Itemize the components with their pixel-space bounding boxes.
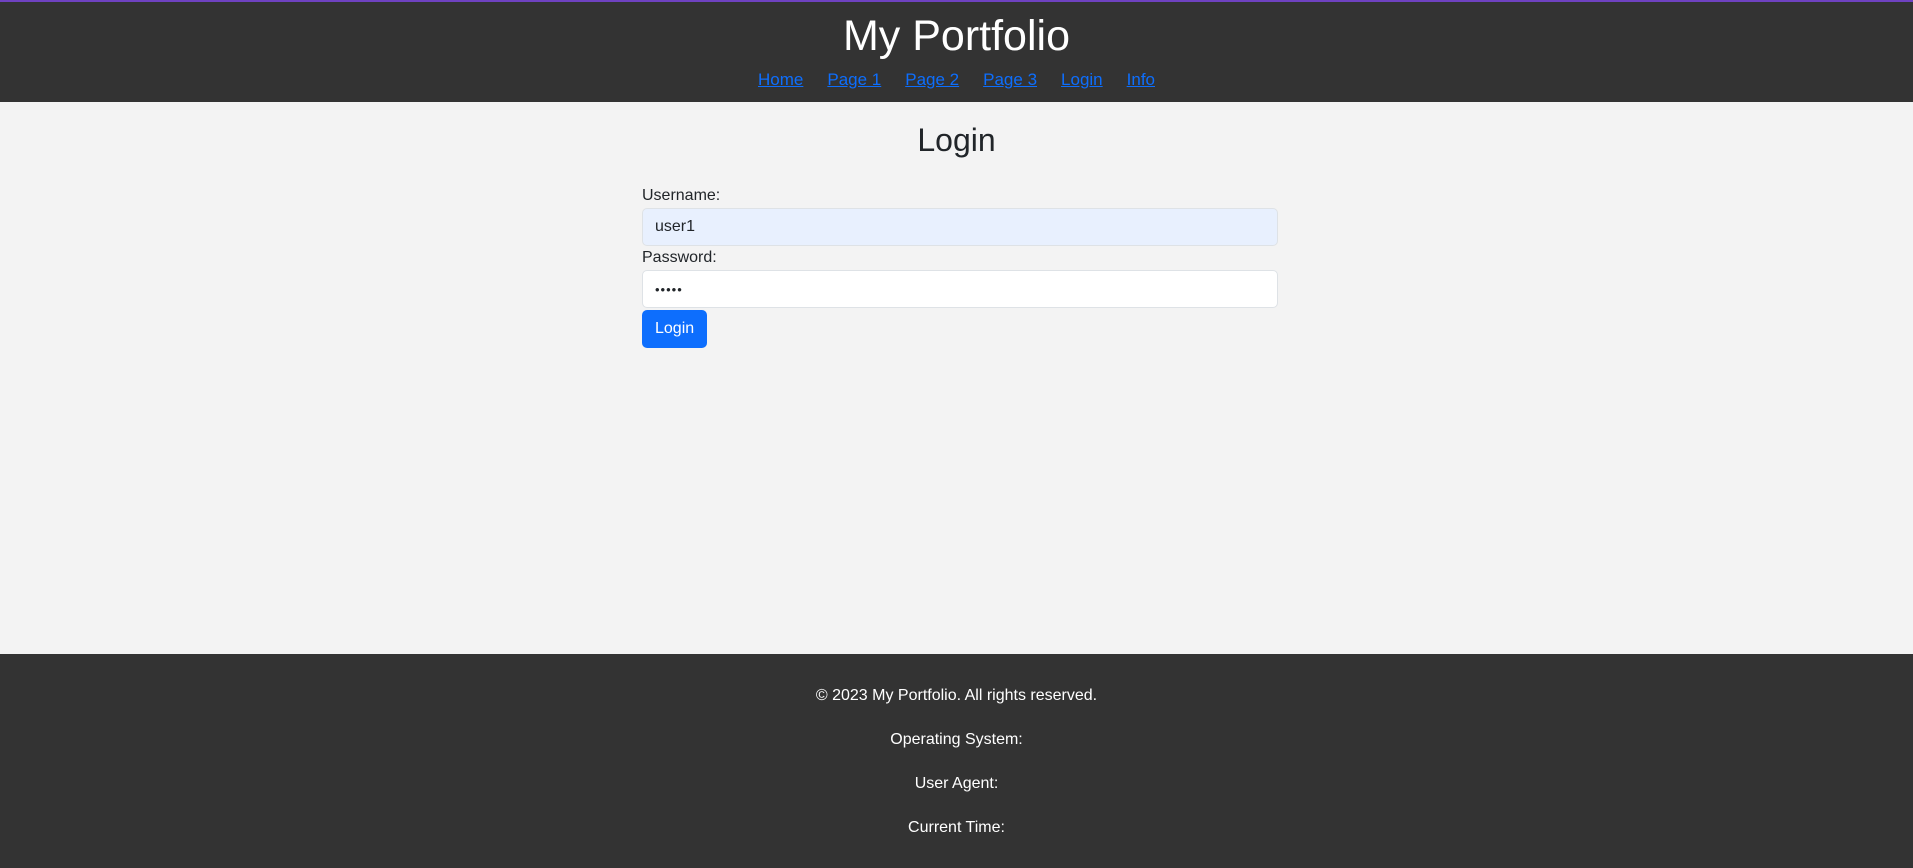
main-navigation: Home Page 1 Page 2 Page 3 Login Info <box>0 62 1913 90</box>
user-agent-label: User Agent: <box>914 775 999 792</box>
site-footer: © 2023 My Portfolio. All rights reserved… <box>0 654 1913 868</box>
current-time-label: Current Time: <box>908 819 1005 836</box>
main-content: Login Username: Password: Login <box>0 102 1913 654</box>
operating-system-label: Operating System: <box>890 731 1023 748</box>
username-input[interactable] <box>642 208 1278 246</box>
nav-page-1-link[interactable]: Page 1 <box>827 70 881 90</box>
nav-info-link[interactable]: Info <box>1127 70 1155 90</box>
login-button[interactable]: Login <box>642 310 708 348</box>
page: My Portfolio Home Page 1 Page 2 Page 3 L… <box>0 0 1913 868</box>
password-input[interactable] <box>642 270 1278 308</box>
site-title: My Portfolio <box>842 12 1070 60</box>
nav-login-link[interactable]: Login <box>1061 70 1103 90</box>
password-label: Password: <box>642 249 717 266</box>
login-title: Login <box>917 122 996 158</box>
site-header: My Portfolio Home Page 1 Page 2 Page 3 L… <box>0 0 1913 102</box>
copyright-text: © 2023 My Portfolio. All rights reserved… <box>815 687 1098 704</box>
nav-page-3-link[interactable]: Page 3 <box>983 70 1037 90</box>
nav-home-link[interactable]: Home <box>758 70 803 90</box>
login-form: Username: Password: Login <box>642 186 1278 348</box>
nav-page-2-link[interactable]: Page 2 <box>905 70 959 90</box>
username-label: Username: <box>642 187 721 204</box>
